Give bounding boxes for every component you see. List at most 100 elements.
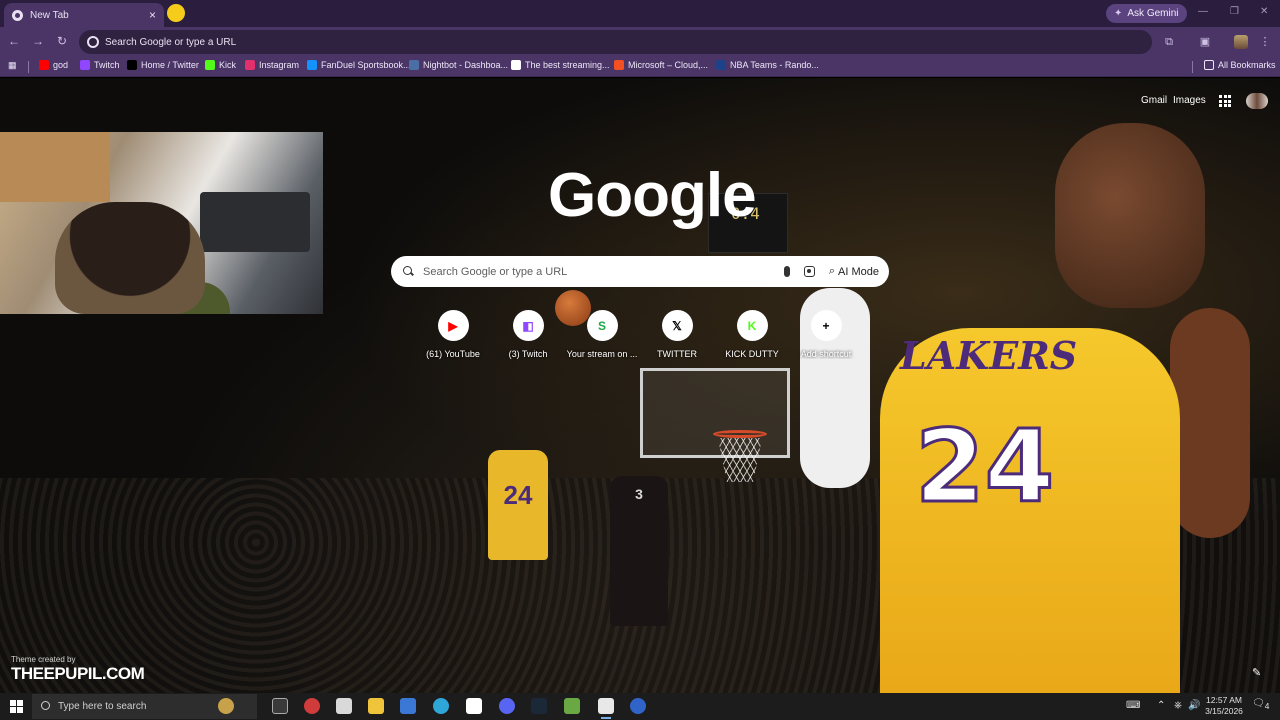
file-explorer-icon[interactable] [368, 698, 384, 714]
google-logo: Google [548, 161, 757, 230]
menu-icon[interactable]: ⋮ [1258, 35, 1272, 49]
shortcut-twitch-icon: ◧ [512, 310, 544, 341]
shortcut-tile[interactable]: S Your stream on ... [565, 310, 639, 359]
search-box[interactable]: Search Google or type a URL ⌕ AI Mode [391, 256, 889, 287]
clock-date: 3/15/2026 [1205, 706, 1243, 716]
ask-gemini-button[interactable]: ✦ Ask Gemini [1106, 4, 1187, 23]
ai-mode-button[interactable]: ⌕ AI Mode [829, 265, 879, 278]
notification-count: 4 [1264, 701, 1270, 711]
theme-credit: Theme created by THEEPUPIL.COM [11, 655, 145, 684]
jersey-team: LAKERS [900, 333, 1078, 378]
obs-icon[interactable] [304, 698, 320, 714]
shortcut-tile[interactable]: + Add shortcut [789, 310, 863, 359]
tab-title: New Tab [30, 9, 69, 21]
restore-icon[interactable]: ❐ [1230, 6, 1239, 17]
shortcut-label: (61) YouTube [426, 349, 480, 359]
bookmark-kick-icon [205, 60, 215, 70]
bookmark-fanduel-icon [307, 60, 317, 70]
shortcut-tile[interactable]: ▶ (61) YouTube [416, 310, 490, 359]
all-bookmarks-button[interactable]: All Bookmarks [1204, 60, 1276, 70]
steam-icon[interactable] [531, 698, 547, 714]
shortcut-kick-icon: K [736, 310, 768, 341]
windows-start-icon[interactable] [10, 700, 23, 713]
minimize-icon[interactable]: — [1198, 6, 1208, 17]
calendar-app-icon[interactable] [336, 698, 352, 714]
extensions-icon[interactable]: ⧉ [1162, 35, 1176, 49]
network-icon[interactable]: ⎈ [1174, 700, 1182, 711]
bookmark-label: Instagram [259, 60, 300, 70]
gmail-link[interactable]: Gmail [1141, 95, 1167, 106]
images-link[interactable]: Images [1173, 95, 1206, 106]
capcut-icon[interactable] [466, 698, 482, 714]
search-icon [403, 266, 414, 277]
bookmark-microsoft-icon [614, 60, 624, 70]
bookmark-item[interactable]: FanDuel Sportsbook... [307, 60, 411, 70]
back-icon[interactable]: ← [6, 34, 22, 48]
bookmark-item[interactable]: The best streaming... [511, 60, 610, 70]
search-actions: ⌕ AI Mode [783, 256, 879, 287]
side-panel-icon[interactable]: ▣ [1198, 35, 1212, 49]
customize-pencil-icon[interactable]: ✎ [1252, 666, 1261, 679]
vpn-app-icon[interactable] [630, 698, 646, 714]
system-clock[interactable]: 12:57 AM 3/15/2026 [1200, 695, 1248, 717]
bookmark-item[interactable]: Twitch [80, 60, 120, 70]
bookmark-item[interactable]: Kick [205, 60, 236, 70]
bookmark-item[interactable]: Microsoft – Cloud,... [614, 60, 708, 70]
tab-new-tab[interactable]: New Tab × [4, 3, 164, 27]
task-view-icon[interactable] [272, 698, 288, 714]
notification-icon[interactable]: 🗨4 [1252, 698, 1269, 711]
profile-icon[interactable] [1234, 35, 1248, 49]
apps-grid-icon[interactable]: ▦ [8, 60, 17, 71]
bookmark-label: Nightbot - Dashboa... [423, 60, 509, 70]
bookmark-item[interactable]: Instagram [245, 60, 299, 70]
game-app-icon[interactable] [564, 698, 580, 714]
close-tab-icon[interactable]: × [149, 8, 156, 22]
shortcut-plus-icon: + [810, 310, 842, 341]
pie-app-icon[interactable] [218, 698, 234, 714]
reload-icon[interactable]: ↻ [54, 34, 70, 48]
bookmark-item[interactable]: god [39, 60, 68, 70]
taskbar-search-icon [41, 701, 50, 710]
address-bar[interactable]: Search Google or type a URL [79, 30, 1152, 54]
forward-icon[interactable]: → [30, 34, 46, 48]
lens-icon[interactable] [803, 266, 815, 277]
webcam-monitor [200, 192, 310, 252]
defending-player: 3 [610, 476, 668, 626]
account-avatar[interactable] [1246, 93, 1268, 109]
address-bar-placeholder: Search Google or type a URL [105, 36, 237, 48]
all-bookmarks-label: All Bookmarks [1218, 60, 1276, 70]
jersey-number: 24 [913, 407, 1055, 527]
browser-toolbar: ← → ↻ Search Google or type a URL ⧉ ▣ ⋮ [0, 27, 1280, 57]
bookmark-separator [28, 61, 29, 73]
store-icon[interactable] [400, 698, 416, 714]
bookmark-item[interactable]: Home / Twitter [127, 60, 199, 70]
shortcut-stream-icon: S [586, 310, 618, 341]
shortcut-tile[interactable]: ◧ (3) Twitch [491, 310, 565, 359]
bookmark-item[interactable]: NBA Teams - Rando... [716, 60, 819, 70]
google-apps-icon[interactable] [1219, 95, 1231, 107]
shortcut-label: (3) Twitch [508, 349, 548, 359]
shortcut-tile[interactable]: K KICK DUTTY [715, 310, 789, 359]
window-close-icon[interactable]: ✕ [1260, 6, 1268, 17]
tab-strip: New Tab × ✦ Ask Gemini — ❐ ✕ [0, 0, 1280, 27]
microphone-icon[interactable] [783, 266, 790, 277]
discord-icon[interactable] [499, 698, 515, 714]
chrome-taskbar-icon[interactable] [598, 698, 614, 719]
volume-icon[interactable]: 🔊 [1188, 700, 1200, 711]
new-tab-page: 24 3 0.4 LAKERS 24 Gmail Images Google S… [0, 78, 1280, 693]
bookmark-nba-icon [716, 60, 726, 70]
theme-credit-caption: Theme created by [11, 655, 76, 664]
background-player-image: LAKERS 24 [800, 123, 1260, 693]
edge-icon[interactable] [433, 698, 449, 714]
keyboard-icon[interactable]: ⌨ [1126, 700, 1140, 711]
new-tab-button[interactable] [167, 4, 185, 22]
ai-mode-icon: ⌕ [828, 265, 836, 277]
shortcut-tile[interactable]: 𝕏 TWITTER [640, 310, 714, 359]
bookmarks-bar: ▦ god Twitch Home / Twitter Kick Instagram Fa… [0, 57, 1280, 77]
shortcut-label: Add shortcut [800, 349, 852, 359]
player-arm [1170, 308, 1250, 538]
gemini-icon: ✦ [1114, 8, 1123, 19]
ask-gemini-label: Ask Gemini [1127, 8, 1179, 19]
tray-chevron-icon[interactable]: ⌃ [1157, 700, 1165, 711]
bookmark-item[interactable]: Nightbot - Dashboa... [409, 60, 508, 70]
